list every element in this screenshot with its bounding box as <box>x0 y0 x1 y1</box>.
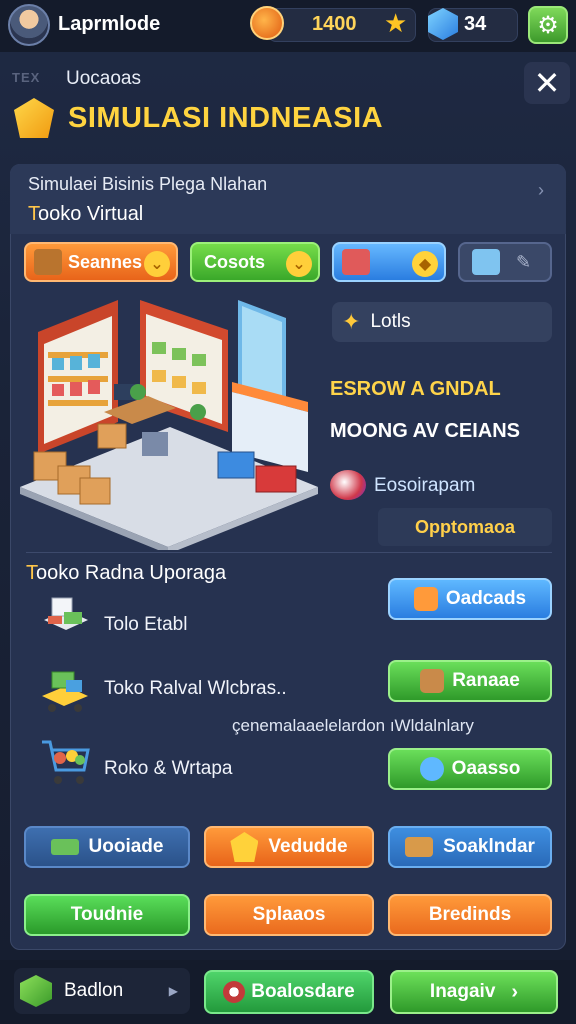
gear-icon: ⚙ <box>537 11 559 39</box>
lots-label: Lotls <box>370 311 411 332</box>
close-button[interactable]: ✕ <box>524 62 570 104</box>
bottom-left-button[interactable]: Badlon ▶ <box>14 968 190 1014</box>
header-subtitle: Uocaoas <box>66 68 141 89</box>
page-title: SIMULASI INDNEASIA <box>68 102 384 134</box>
value-action-button[interactable]: Vedudde <box>204 826 374 868</box>
cash-register-icon <box>342 249 370 275</box>
upgrade-item-label: Tolo Etabl <box>104 614 188 635</box>
tag-icon <box>413 587 438 611</box>
store-title-rest: ooko Virtual <box>38 203 144 225</box>
wrench-icon: ✎ <box>516 251 532 272</box>
upgrade-button-label: Ranaae <box>452 670 520 691</box>
compass-icon <box>223 981 246 1003</box>
settings-button[interactable]: ⚙ <box>528 6 568 44</box>
action-label: Splaaos <box>252 904 326 925</box>
truck-icon <box>405 837 434 857</box>
next-label: Inagaiv <box>429 981 496 1002</box>
bottom-mid-button[interactable]: Boalosdare <box>204 970 374 1014</box>
schedule-action-button[interactable]: Soaklndar <box>388 826 552 868</box>
category-label: Seannes <box>68 251 143 272</box>
book-icon <box>472 249 500 275</box>
shelf-unit-icon <box>44 597 88 630</box>
sparkle-icon: ✦ <box>342 309 361 334</box>
battery-icon <box>50 839 79 855</box>
category-button-cosots[interactable]: Cosots ⌄ <box>190 242 320 282</box>
upgrade-button-2[interactable]: Ranaae <box>388 660 552 702</box>
category-button-tools[interactable]: ✎ <box>458 242 552 282</box>
space-action-button[interactable]: Splaaos <box>204 894 374 936</box>
section-title-rest: ooko Radna Uporaga <box>36 562 227 584</box>
info-subheadline: MOONG AV CEIANS <box>330 420 521 442</box>
globe-icon <box>419 757 444 781</box>
box-icon <box>34 249 62 275</box>
upgrade-button-3[interactable]: Oaasso <box>388 748 552 790</box>
gem-value: 34 <box>464 13 487 35</box>
bottom-mid-label: Boalosdare <box>251 981 355 1002</box>
player-avatar[interactable] <box>8 4 50 46</box>
action-label: Bredinds <box>428 904 512 925</box>
info-headline: ESROW A GNDAL <box>330 378 501 400</box>
gem-badge-icon <box>230 832 259 862</box>
upgrade-action-button[interactable]: Uooiade <box>24 826 190 868</box>
upgrades-caption: çenemalaaelelardon ıWldalnlary <box>232 716 474 735</box>
store-title: Tooko Virtual <box>28 203 143 226</box>
coin-icon <box>250 6 284 40</box>
bottom-left-label: Badlon <box>64 980 124 1001</box>
action-label: Vedudde <box>268 836 348 857</box>
header-tag: TEX <box>12 70 41 85</box>
touch-action-button[interactable]: Toudnie <box>24 894 190 936</box>
coin-value: 1400 <box>312 13 357 35</box>
star-icon: ★ <box>384 8 408 38</box>
action-label: Uooiade <box>88 836 164 857</box>
chevron-right-icon: › <box>511 980 519 1003</box>
lots-panel[interactable]: ✦ Lotls <box>332 302 552 342</box>
chevron-down-icon: ⌄ <box>286 251 312 277</box>
shopping-cart-icon <box>42 740 90 784</box>
next-button[interactable]: Inagaiv › <box>390 970 558 1014</box>
title-badge-icon <box>14 98 54 138</box>
play-arrow-icon: ▶ <box>168 984 178 998</box>
leaf-icon <box>20 975 52 1007</box>
chevron-down-icon: ⌄ <box>144 251 170 277</box>
gem-badge-icon: ◆ <box>412 251 438 277</box>
username: Laprmlode <box>58 13 161 35</box>
category-button-shop[interactable]: ◆ <box>332 242 446 282</box>
upgrade-item-label: Roko & Wrtapa <box>104 758 233 779</box>
category-button-seannes[interactable]: Seannes ⌄ <box>24 242 178 282</box>
opportunity-box[interactable]: Opptomaoa <box>378 508 552 546</box>
store-illustration <box>20 300 318 550</box>
section-title-initial: T <box>26 562 36 584</box>
economy-label[interactable]: Eosoirapam <box>374 475 475 497</box>
opportunity-label: Opptomaoa <box>414 516 515 537</box>
upgrade-button-label: Oaasso <box>451 758 521 779</box>
divider <box>26 552 552 553</box>
store-title-initial: T <box>28 203 38 225</box>
upgrade-button-label: Oadcads <box>445 588 527 609</box>
category-label: Cosots <box>204 251 266 272</box>
upgrade-item-label: Toko Ralval Wlcbras.. <box>104 678 287 699</box>
close-icon: ✕ <box>533 65 561 101</box>
chevron-right-icon[interactable]: › <box>538 180 544 201</box>
crate-icon <box>420 669 445 693</box>
action-label: Toudnie <box>70 904 144 925</box>
action-label: Soaklndar <box>443 836 535 857</box>
upgrade-button-1[interactable]: Oadcads <box>388 578 552 620</box>
brand-action-button[interactable]: Bredinds <box>388 894 552 936</box>
economy-icon <box>330 470 366 500</box>
upgrades-section-title: Tooko Radna Uporaga <box>26 562 226 585</box>
cart-items-icon <box>42 671 88 712</box>
panel-subtitle: Simulaei Bisinis Plega Nlahan <box>28 174 268 194</box>
